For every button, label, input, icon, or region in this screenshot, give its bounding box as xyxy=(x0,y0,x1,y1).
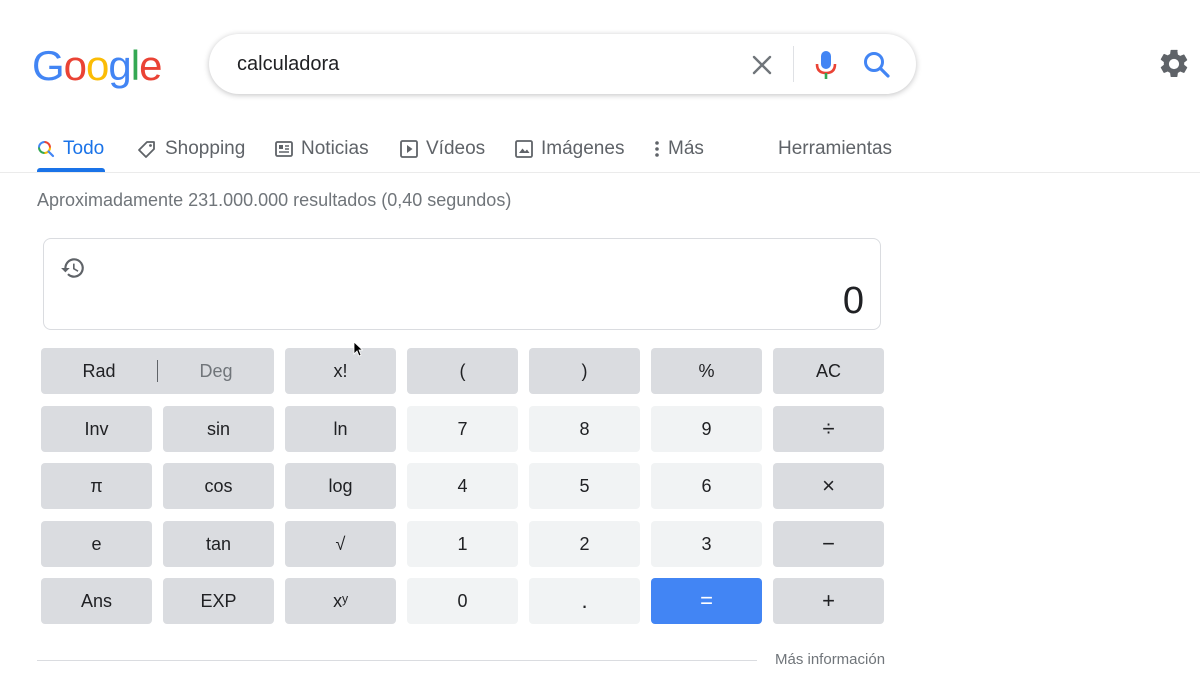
tab-herramientas[interactable]: Herramientas xyxy=(778,134,892,164)
add-key[interactable]: + xyxy=(773,578,884,624)
factorial-key[interactable]: x! xyxy=(285,348,396,394)
digit-8-key[interactable]: 8 xyxy=(529,406,640,452)
tab-label: Vídeos xyxy=(426,138,486,159)
rad-deg-toggle[interactable]: Rad Deg xyxy=(41,348,274,394)
digit-9-key[interactable]: 9 xyxy=(651,406,762,452)
rad-button[interactable]: Rad xyxy=(41,361,157,382)
more-info-link[interactable]: Más información xyxy=(775,651,885,668)
gear-icon xyxy=(1160,49,1188,78)
logo-letter: o xyxy=(63,42,87,89)
log-key[interactable]: log xyxy=(285,463,396,509)
answer-key[interactable]: Ans xyxy=(41,578,152,624)
tab-label: Shopping xyxy=(165,138,246,159)
footer-divider xyxy=(37,660,757,661)
mouse-cursor-icon xyxy=(353,341,363,357)
subtract-key[interactable]: − xyxy=(773,521,884,567)
voice-search-button[interactable] xyxy=(812,49,840,81)
equals-key[interactable]: = xyxy=(651,578,762,624)
all-clear-key[interactable]: AC xyxy=(773,348,884,394)
tab-imagenes[interactable]: Imágenes xyxy=(515,134,624,164)
divide-key[interactable]: ÷ xyxy=(773,406,884,452)
tab-shopping[interactable]: Shopping xyxy=(137,134,245,164)
logo-letter: g xyxy=(108,42,131,89)
sqrt-key[interactable]: √ xyxy=(285,521,396,567)
euler-key[interactable]: e xyxy=(41,521,152,567)
newspaper-icon xyxy=(275,141,293,157)
search-icon xyxy=(864,52,890,78)
deg-button[interactable]: Deg xyxy=(158,361,274,382)
logo-letter: G xyxy=(32,42,65,89)
digit-1-key[interactable]: 1 xyxy=(407,521,518,567)
logo-letter: l xyxy=(130,42,140,89)
settings-button[interactable] xyxy=(1157,47,1191,81)
logo-letter: e xyxy=(139,42,162,89)
digit-4-key[interactable]: 4 xyxy=(407,463,518,509)
cos-key[interactable]: cos xyxy=(163,463,274,509)
tab-todo[interactable]: Todo xyxy=(37,134,104,164)
tag-icon xyxy=(138,141,155,158)
power-key[interactable]: xʸ xyxy=(285,578,396,624)
digit-7-key[interactable]: 7 xyxy=(407,406,518,452)
digit-3-key[interactable]: 3 xyxy=(651,521,762,567)
image-icon xyxy=(515,140,533,158)
tab-label: Más xyxy=(668,138,704,159)
decimal-point-key[interactable]: . xyxy=(529,578,640,624)
sin-key[interactable]: sin xyxy=(163,406,274,452)
inverse-key[interactable]: Inv xyxy=(41,406,152,452)
search-icon xyxy=(38,141,55,158)
tab-videos[interactable]: Vídeos xyxy=(400,134,485,164)
tabs-divider xyxy=(0,172,1200,173)
pi-key[interactable]: π xyxy=(41,463,152,509)
result-stats: Aproximadamente 231.000.000 resultados (… xyxy=(37,190,512,210)
calculator-display: 0 xyxy=(43,238,881,330)
multiply-key[interactable]: × xyxy=(773,463,884,509)
search-divider xyxy=(793,46,794,82)
calculator-result: 0 xyxy=(842,280,864,322)
play-icon xyxy=(400,140,418,158)
tab-label: Noticias xyxy=(301,138,369,159)
google-logo[interactable]: Google xyxy=(32,42,162,90)
search-tabs: Todo Shopping Noticias Vídeos Imágenes M… xyxy=(0,128,1200,174)
ln-key[interactable]: ln xyxy=(285,406,396,452)
tab-noticias[interactable]: Noticias xyxy=(275,134,369,164)
search-box xyxy=(209,34,916,94)
digit-5-key[interactable]: 5 xyxy=(529,463,640,509)
search-input[interactable] xyxy=(237,52,717,76)
open-paren-key[interactable]: ( xyxy=(407,348,518,394)
tab-label: Imágenes xyxy=(541,138,625,159)
close-icon xyxy=(752,55,772,75)
digit-0-key[interactable]: 0 xyxy=(407,578,518,624)
logo-letter: o xyxy=(86,42,109,89)
more-vert-icon xyxy=(655,141,659,157)
search-button[interactable] xyxy=(861,49,893,81)
history-button[interactable] xyxy=(60,255,86,281)
clear-search-button[interactable] xyxy=(747,50,777,80)
tab-label: Todo xyxy=(63,138,105,159)
tan-key[interactable]: tan xyxy=(163,521,274,567)
close-paren-key[interactable]: ) xyxy=(529,348,640,394)
microphone-icon xyxy=(815,51,837,79)
tab-label: Herramientas xyxy=(778,138,893,159)
digit-2-key[interactable]: 2 xyxy=(529,521,640,567)
percent-key[interactable]: % xyxy=(651,348,762,394)
exp-key[interactable]: EXP xyxy=(163,578,274,624)
tab-mas[interactable]: Más xyxy=(654,134,704,164)
digit-6-key[interactable]: 6 xyxy=(651,463,762,509)
history-icon xyxy=(61,258,84,278)
